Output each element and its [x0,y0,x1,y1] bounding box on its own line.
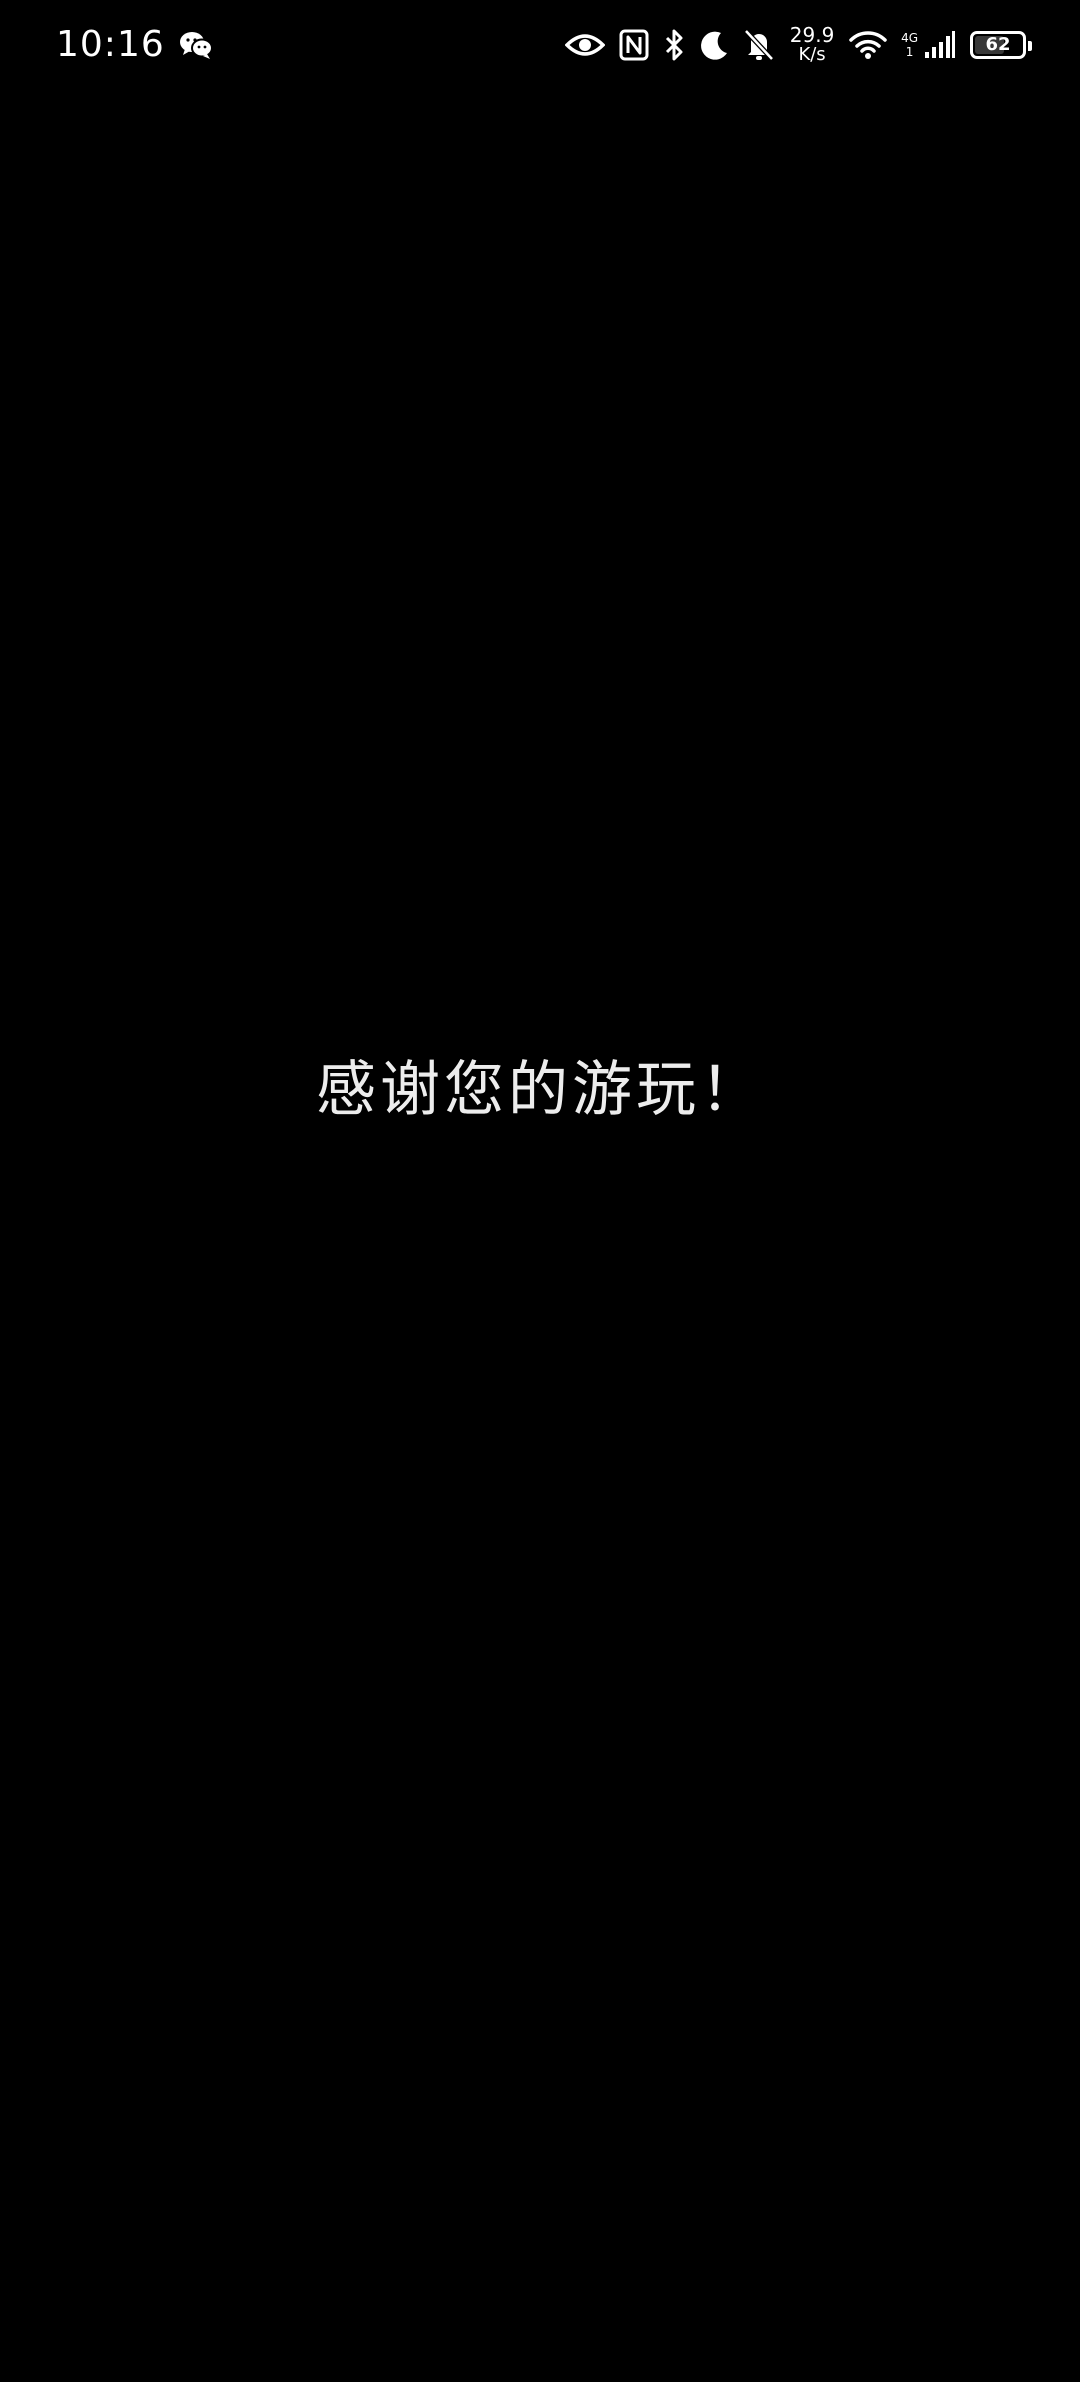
eye-icon [565,31,606,59]
wechat-icon [179,30,213,60]
battery-icon: 62 [970,31,1032,59]
bell-off-icon [743,28,775,62]
network-speed-unit: K/s [798,44,826,65]
thanks-message: 感谢您的游玩！ [316,1055,764,1125]
network-type-label: 4G [901,31,918,45]
battery-level: 62 [985,34,1011,55]
cellular-signal-icon [924,30,956,60]
network-speed-value: 29.9 [789,23,835,47]
wifi-icon [849,30,887,60]
status-bar: 10:16 29.9 K/s 4G 1 62 [0,0,1080,90]
status-bar-right: 29.9 K/s 4G 1 62 [565,20,1032,70]
network-type-sub: 1 [905,45,914,59]
nfc-icon [619,29,649,61]
moon-icon [699,29,729,61]
network-speed: 29.9 K/s [789,25,835,65]
status-time: 10:16 [56,24,165,65]
network-type: 4G 1 [901,31,918,59]
status-bar-left: 10:16 [56,22,213,68]
bluetooth-icon [663,28,685,62]
